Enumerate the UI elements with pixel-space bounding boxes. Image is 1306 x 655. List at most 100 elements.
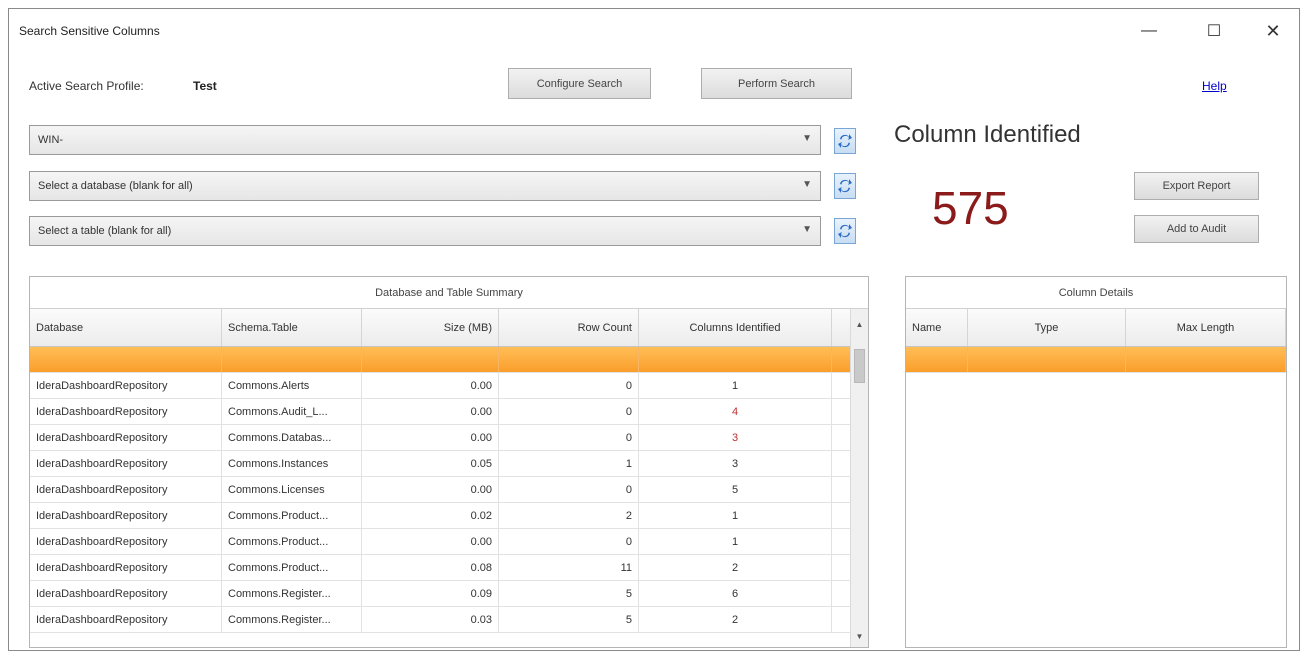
table-row[interactable]: IderaDashboardRepository Commons.Registe… — [30, 607, 851, 633]
cell-max-length — [1126, 347, 1286, 372]
table-row[interactable]: IderaDashboardRepository Commons.Registe… — [30, 581, 851, 607]
database-select[interactable]: Select a database (blank for all) ▼ — [29, 171, 821, 201]
cell-schema-table: Commons.Product... — [222, 503, 362, 528]
help-link[interactable]: Help — [1202, 79, 1227, 93]
cell-row-count: 11 — [499, 555, 639, 580]
column-header-size[interactable]: Size (MB) — [362, 309, 499, 346]
column-details-grid: Column Details Name Type Max Length — [905, 276, 1287, 648]
cell-size: 0.02 — [362, 503, 499, 528]
refresh-database-button[interactable] — [834, 173, 856, 199]
column-identified-count: 575 — [932, 182, 1009, 234]
column-header-database[interactable]: Database — [30, 309, 222, 346]
cell-row-count: 2 — [499, 503, 639, 528]
close-button[interactable]: ✕ — [1251, 15, 1295, 47]
cell-row-count: 0 — [499, 425, 639, 450]
column-identified-label: Column Identified — [894, 121, 1081, 148]
cell-schema-table: Commons.Register... — [222, 607, 362, 632]
cell-database: IderaDashboardRepository — [30, 607, 222, 632]
table-row[interactable]: IderaDashboardRepository Commons.Audit_L… — [30, 399, 851, 425]
table-row[interactable]: IderaDashboardRepository Commons.Product… — [30, 555, 851, 581]
cell-schema-table: Commons.Instances — [222, 451, 362, 476]
table-select[interactable]: Select a table (blank for all) ▼ — [29, 216, 821, 246]
cell-database: IderaDashboardRepository — [30, 477, 222, 502]
add-to-audit-button[interactable]: Add to Audit — [1134, 215, 1259, 243]
cell-name — [906, 347, 968, 372]
chevron-down-icon: ▼ — [802, 224, 812, 235]
search-sensitive-columns-window: Search Sensitive Columns — ☐ ✕ Active Se… — [8, 8, 1300, 651]
cell-columns-identified: 3 — [639, 451, 832, 476]
perform-search-button[interactable]: Perform Search — [701, 68, 852, 99]
refresh-table-button[interactable] — [834, 218, 856, 244]
cell-database: IderaDashboardRepository — [30, 399, 222, 424]
database-table-summary-grid: Database and Table Summary Database Sche… — [29, 276, 869, 648]
cell-database — [30, 347, 222, 372]
cell-columns-identified: 2 — [639, 607, 832, 632]
column-header-row-count[interactable]: Row Count — [499, 309, 639, 346]
cell-size: 0.00 — [362, 373, 499, 398]
column-header-type[interactable]: Type — [968, 309, 1126, 346]
cell-columns-identified: 4 — [639, 399, 832, 424]
cell-schema-table: Commons.Audit_L... — [222, 399, 362, 424]
server-select[interactable]: WIN- ▼ — [29, 125, 821, 155]
cell-columns-identified: 2 — [639, 555, 832, 580]
maximize-icon: ☐ — [1206, 23, 1222, 40]
scrollbar-thumb[interactable] — [854, 349, 865, 383]
cell-size: 0.00 — [362, 477, 499, 502]
summary-grid-body: IderaDashboardRepository Commons.Alerts … — [30, 347, 851, 647]
active-profile-name: Test — [193, 79, 217, 93]
cell-schema-table: Commons.Product... — [222, 555, 362, 580]
table-row[interactable]: IderaDashboardRepository Commons.Databas… — [30, 425, 851, 451]
scroll-up-icon[interactable]: ▲ — [851, 315, 868, 333]
refresh-icon — [838, 179, 852, 193]
chevron-down-icon: ▼ — [802, 179, 812, 190]
column-header-columns-identified[interactable]: Columns Identified — [639, 309, 832, 346]
summary-grid-header: Database Schema.Table Size (MB) Row Coun… — [30, 309, 851, 347]
refresh-server-button[interactable] — [834, 128, 856, 154]
refresh-icon — [838, 134, 852, 148]
cell-columns-identified: 3 — [639, 425, 832, 450]
minimize-icon: — — [1141, 22, 1157, 39]
table-row[interactable]: IderaDashboardRepository Commons.Product… — [30, 503, 851, 529]
cell-database: IderaDashboardRepository — [30, 581, 222, 606]
cell-size: 0.05 — [362, 451, 499, 476]
table-row[interactable] — [30, 347, 851, 373]
refresh-icon — [838, 224, 852, 238]
cell-size: 0.09 — [362, 581, 499, 606]
title-bar[interactable]: Search Sensitive Columns — ☐ ✕ — [9, 9, 1299, 51]
details-grid-header: Name Type Max Length — [906, 309, 1286, 347]
cell-size: 0.03 — [362, 607, 499, 632]
summary-grid-caption: Database and Table Summary — [30, 277, 868, 309]
summary-vertical-scrollbar[interactable]: ▲ ▼ — [850, 309, 868, 647]
column-header-schema-table[interactable]: Schema.Table — [222, 309, 362, 346]
configure-search-button[interactable]: Configure Search — [508, 68, 651, 99]
table-row[interactable]: IderaDashboardRepository Commons.Instanc… — [30, 451, 851, 477]
cell-schema-table: Commons.Licenses — [222, 477, 362, 502]
column-header-max-length[interactable]: Max Length — [1126, 309, 1286, 346]
cell-database: IderaDashboardRepository — [30, 529, 222, 554]
cell-row-count — [499, 347, 639, 372]
details-grid-caption: Column Details — [906, 277, 1286, 309]
cell-row-count: 5 — [499, 607, 639, 632]
cell-row-count: 5 — [499, 581, 639, 606]
maximize-button[interactable]: ☐ — [1192, 15, 1236, 47]
scroll-down-icon[interactable]: ▼ — [851, 627, 868, 645]
table-row[interactable]: IderaDashboardRepository Commons.Alerts … — [30, 373, 851, 399]
cell-columns-identified: 1 — [639, 529, 832, 554]
cell-size — [362, 347, 499, 372]
chevron-down-icon: ▼ — [802, 133, 812, 144]
cell-size: 0.00 — [362, 399, 499, 424]
export-report-button[interactable]: Export Report — [1134, 172, 1259, 200]
cell-row-count: 0 — [499, 399, 639, 424]
table-row[interactable]: IderaDashboardRepository Commons.Product… — [30, 529, 851, 555]
close-icon: ✕ — [1265, 20, 1281, 41]
table-row[interactable] — [906, 347, 1286, 373]
cell-size: 0.00 — [362, 529, 499, 554]
column-header-name[interactable]: Name — [906, 309, 968, 346]
table-row[interactable]: IderaDashboardRepository Commons.License… — [30, 477, 851, 503]
cell-database: IderaDashboardRepository — [30, 555, 222, 580]
window-title: Search Sensitive Columns — [19, 24, 160, 38]
cell-columns-identified — [639, 347, 832, 372]
minimize-button[interactable]: — — [1127, 15, 1171, 47]
cell-size: 0.08 — [362, 555, 499, 580]
cell-row-count: 0 — [499, 477, 639, 502]
